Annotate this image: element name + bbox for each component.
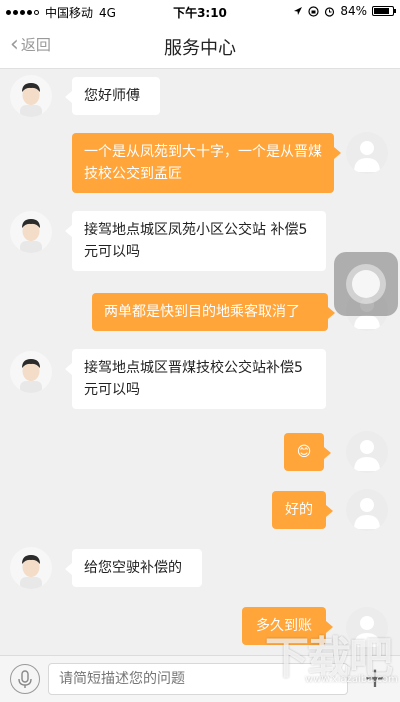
user-avatar bbox=[346, 132, 388, 174]
agent-avatar bbox=[10, 211, 52, 253]
status-bar: 中国移动 4G 下午3:10 84% bbox=[0, 0, 400, 22]
rotation-lock-icon bbox=[308, 5, 319, 17]
input-bar: + bbox=[0, 655, 400, 702]
message-input[interactable] bbox=[48, 663, 348, 695]
message-bubble: 😊 bbox=[284, 433, 331, 471]
message-bubble: 多久到账 bbox=[242, 607, 333, 645]
message-bubble: 您好师傅 bbox=[65, 77, 160, 115]
user-avatar bbox=[346, 607, 388, 649]
battery-percent: 84% bbox=[340, 4, 367, 18]
chat-list[interactable]: 您好师傅 一个是从凤苑到大十字，一个是从晋煤技校公交到孟匠 接驾地点城区凤苑小区… bbox=[0, 69, 400, 655]
message-bubble: 一个是从凤苑到大十字，一个是从晋煤技校公交到孟匠 bbox=[72, 133, 341, 193]
page-title: 服务中心 bbox=[164, 38, 236, 59]
message-bubble: 好的 bbox=[272, 491, 333, 529]
battery-level bbox=[374, 8, 390, 14]
message-bubble: 接驾地点城区凤苑小区公交站 补偿5元可以吗 bbox=[65, 211, 326, 271]
agent-avatar bbox=[10, 547, 52, 589]
assistive-touch-center bbox=[352, 270, 380, 298]
add-attachment-button[interactable]: + bbox=[360, 664, 390, 694]
agent-avatar bbox=[10, 351, 52, 393]
voice-button[interactable] bbox=[10, 664, 40, 694]
microphone-icon bbox=[18, 670, 32, 688]
message-bubble: 给您空驶补偿的 bbox=[65, 549, 202, 587]
navigation-bar: ‹ 返回 服务中心 bbox=[0, 22, 400, 69]
agent-avatar bbox=[10, 75, 52, 117]
status-right: 84% bbox=[293, 4, 396, 18]
message-bubble: 接驾地点城区晋煤技校公交站补偿5元可以吗 bbox=[65, 349, 326, 409]
user-avatar bbox=[346, 431, 388, 473]
message-bubble: 两单都是快到目的地乘客取消了 bbox=[92, 293, 335, 331]
user-avatar bbox=[346, 489, 388, 531]
alarm-icon bbox=[325, 6, 335, 17]
battery-icon bbox=[372, 6, 396, 16]
plus-icon: + bbox=[363, 661, 387, 694]
location-icon bbox=[294, 7, 303, 15]
assistive-touch-button[interactable] bbox=[334, 252, 398, 316]
